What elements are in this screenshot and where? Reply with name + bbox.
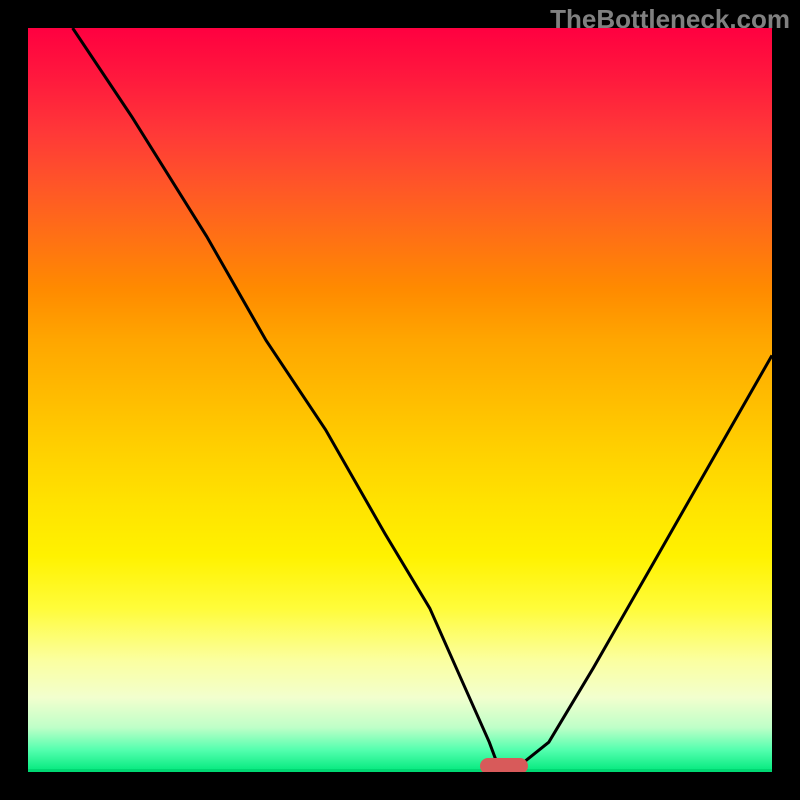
- floor-line: [28, 769, 772, 772]
- bottleneck-curve: [28, 28, 772, 772]
- plot-area: [28, 28, 772, 772]
- chart-container: TheBottleneck.com: [0, 0, 800, 800]
- optimum-marker: [480, 758, 528, 772]
